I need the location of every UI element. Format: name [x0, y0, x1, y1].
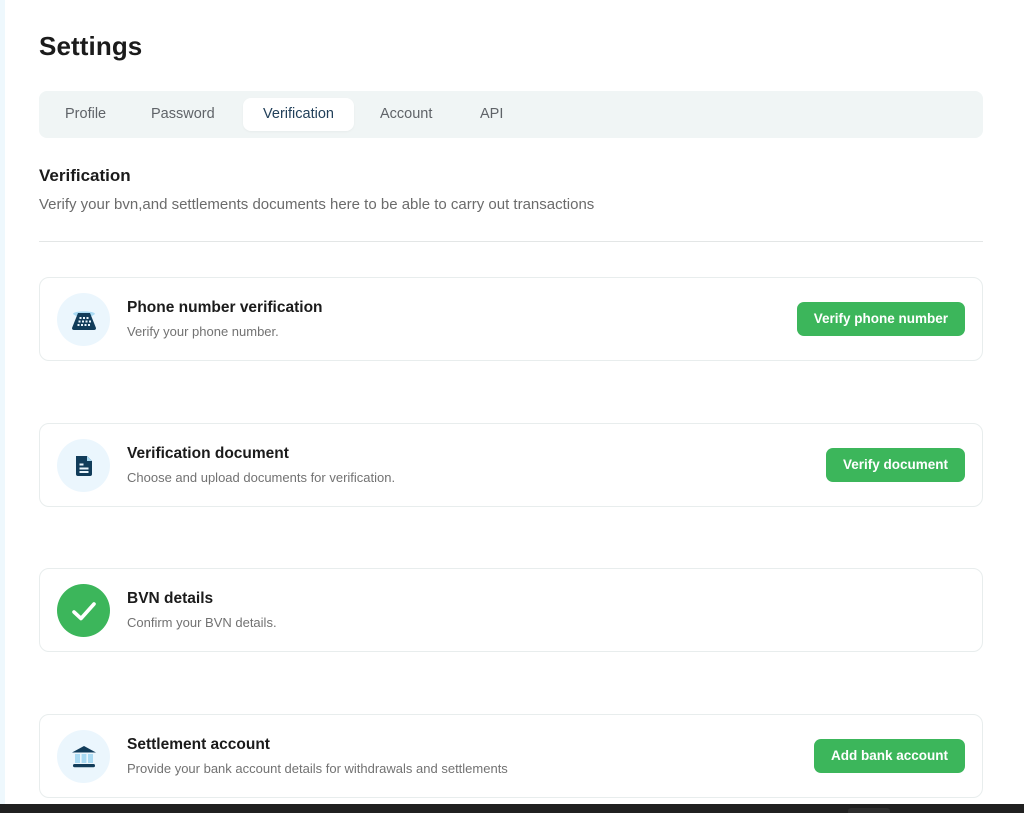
verification-document-card: Verification document Choose and upload … [39, 423, 983, 507]
left-edge-strip [0, 0, 5, 804]
bank-icon [57, 730, 110, 783]
settings-tabs: Profile Password Verification Account AP… [39, 91, 983, 138]
section-title: Verification [39, 166, 131, 185]
card-title: BVN details [127, 590, 214, 607]
tab-password[interactable]: Password [151, 98, 215, 131]
verify-phone-number-button[interactable]: Verify phone number [796, 302, 965, 336]
bvn-details-card: BVN details Confirm your BVN details. [39, 568, 983, 652]
add-bank-account-button[interactable]: Add bank account [813, 739, 965, 773]
card-title: Phone number verification [127, 299, 323, 316]
card-subtitle: Choose and upload documents for verifica… [127, 470, 396, 485]
tab-profile[interactable]: Profile [65, 98, 106, 131]
tab-verification[interactable]: Verification [243, 98, 354, 131]
page-title: Settings [39, 31, 143, 61]
verify-document-button[interactable]: Verify document [825, 448, 965, 482]
phone-verification-card: Phone number verification Verify your ph… [39, 277, 983, 361]
taskbar [0, 804, 1024, 813]
document-icon [57, 439, 110, 492]
section-description: Verify your bvn,and settlements document… [39, 196, 595, 213]
telephone-icon [57, 293, 110, 346]
card-subtitle: Confirm your BVN details. [127, 615, 277, 630]
tab-api[interactable]: API [480, 98, 503, 131]
card-subtitle: Provide your bank account details for wi… [127, 761, 508, 776]
card-subtitle: Verify your phone number. [127, 324, 279, 339]
taskbar-handle [848, 808, 890, 813]
card-title: Settlement account [127, 736, 270, 753]
tab-account[interactable]: Account [380, 98, 432, 131]
card-title: Verification document [127, 445, 289, 462]
check-circle-icon [57, 584, 110, 637]
section-divider [39, 241, 983, 242]
settlement-account-card: Settlement account Provide your bank acc… [39, 714, 983, 798]
